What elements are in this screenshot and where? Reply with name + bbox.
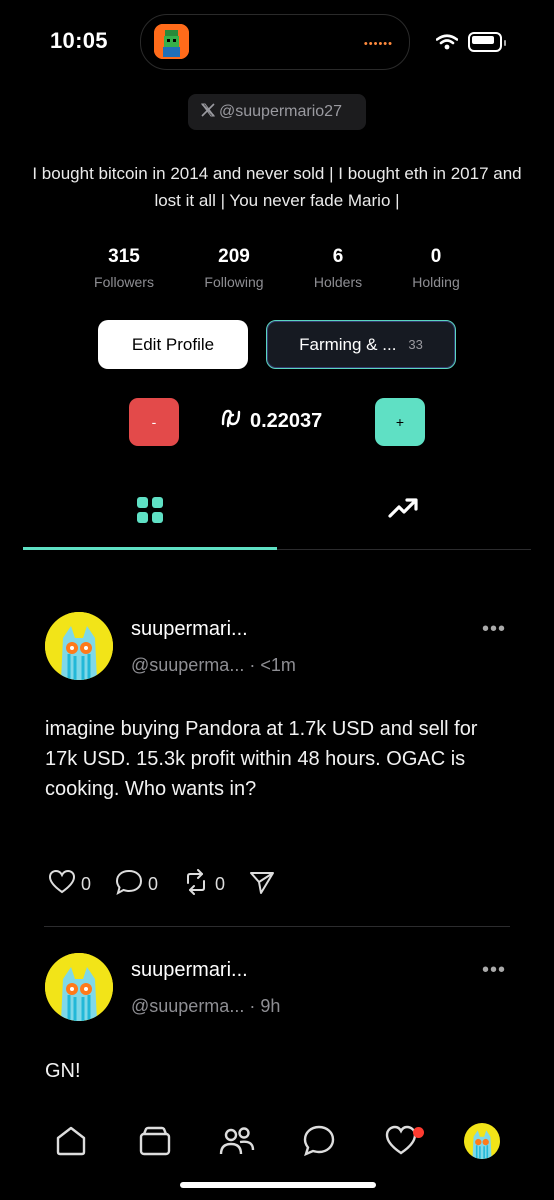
post-author-meta: @suuperma... · <1m bbox=[131, 655, 296, 676]
post-text: imagine buying Pandora at 1.7k USD and s… bbox=[45, 718, 478, 800]
post-author-meta: @suuperma... · 9h bbox=[131, 996, 280, 1017]
post-time: · <1m bbox=[249, 655, 296, 675]
profile-bio: I bought bitcoin in 2014 and never sold … bbox=[32, 164, 522, 210]
stat-value: 6 bbox=[332, 246, 344, 267]
stat-label: Holding bbox=[412, 274, 460, 290]
comment-count: 0 bbox=[148, 874, 159, 894]
comment-icon bbox=[115, 869, 143, 900]
post-more-button[interactable]: ••• bbox=[482, 959, 506, 982]
post-more-button[interactable]: ••• bbox=[482, 618, 506, 641]
wifi-icon bbox=[435, 34, 459, 55]
post-author-name[interactable]: suupermari... bbox=[131, 959, 248, 982]
stat-followers[interactable]: 315 Followers bbox=[69, 246, 179, 290]
stat-label: Following bbox=[204, 274, 264, 290]
nav-wallet[interactable] bbox=[138, 1124, 172, 1163]
notification-badge bbox=[413, 1127, 424, 1138]
stat-label: Followers bbox=[94, 274, 154, 290]
island-activity-dots: •••••• bbox=[363, 38, 393, 50]
farming-count: 33 bbox=[408, 337, 423, 352]
repost-icon bbox=[182, 869, 210, 900]
status-time: 10:05 bbox=[50, 28, 108, 53]
stat-holders[interactable]: 6 Holders bbox=[283, 246, 393, 290]
post-author-handle: @suuperma... bbox=[131, 996, 245, 1016]
farming-label: Farming & ... bbox=[299, 334, 397, 354]
like-button[interactable]: 0 bbox=[48, 869, 91, 900]
post-divider bbox=[44, 926, 510, 927]
repost-count: 0 bbox=[215, 874, 226, 894]
people-icon bbox=[218, 1127, 256, 1162]
live-activity-app-icon bbox=[154, 24, 189, 59]
home-indicator[interactable] bbox=[180, 1182, 376, 1188]
heart-icon bbox=[384, 1125, 418, 1162]
x-logo-icon bbox=[200, 102, 216, 123]
avatar[interactable] bbox=[45, 612, 113, 680]
stat-following[interactable]: 209 Following bbox=[179, 246, 289, 290]
sell-button[interactable]: - bbox=[129, 398, 179, 446]
battery-icon bbox=[468, 32, 506, 52]
repost-button[interactable]: 0 bbox=[182, 869, 225, 900]
stat-value: 0 bbox=[430, 246, 442, 267]
token-icon bbox=[220, 407, 244, 435]
dynamic-island[interactable]: •••••• bbox=[140, 14, 410, 70]
price-value: 0.22037 bbox=[250, 409, 323, 432]
post-actions: 0 0 0 bbox=[48, 869, 299, 900]
trending-up-icon bbox=[388, 498, 418, 524]
grid-icon bbox=[136, 497, 164, 528]
chat-icon bbox=[302, 1125, 336, 1162]
nav-home[interactable] bbox=[54, 1124, 88, 1163]
edit-profile-button[interactable]: Edit Profile bbox=[98, 320, 248, 369]
stat-holding[interactable]: 0 Holding bbox=[381, 246, 491, 290]
nav-profile-avatar[interactable] bbox=[464, 1123, 500, 1159]
x-handle-badge[interactable]: @suupermario27 bbox=[188, 94, 366, 130]
grid-tab[interactable] bbox=[136, 496, 164, 529]
post-author-name[interactable]: suupermari... bbox=[131, 618, 248, 641]
nav-people[interactable] bbox=[218, 1124, 256, 1163]
post-author-handle: @suuperma... bbox=[131, 655, 245, 675]
x-handle-text: @suupermario27 bbox=[219, 103, 342, 120]
heart-icon bbox=[48, 869, 76, 900]
avatar[interactable] bbox=[45, 953, 113, 1021]
key-price: 0.22037 bbox=[220, 407, 322, 435]
post-time: · 9h bbox=[249, 996, 281, 1016]
like-count: 0 bbox=[81, 874, 92, 894]
trending-tab[interactable] bbox=[388, 496, 418, 525]
buy-button[interactable]: + bbox=[375, 398, 425, 446]
stat-value: 209 bbox=[218, 246, 250, 267]
stat-value: 315 bbox=[108, 246, 140, 267]
stat-label: Holders bbox=[313, 274, 363, 290]
home-icon bbox=[54, 1126, 88, 1162]
nav-chat[interactable] bbox=[302, 1124, 336, 1163]
send-icon bbox=[249, 869, 275, 900]
wallet-icon bbox=[138, 1126, 172, 1162]
share-button[interactable] bbox=[249, 869, 275, 900]
post-text: GN! bbox=[45, 1060, 81, 1082]
active-tab-indicator bbox=[23, 547, 277, 550]
comment-button[interactable]: 0 bbox=[115, 869, 158, 900]
farming-button[interactable]: Farming & ... 33 bbox=[266, 320, 456, 369]
